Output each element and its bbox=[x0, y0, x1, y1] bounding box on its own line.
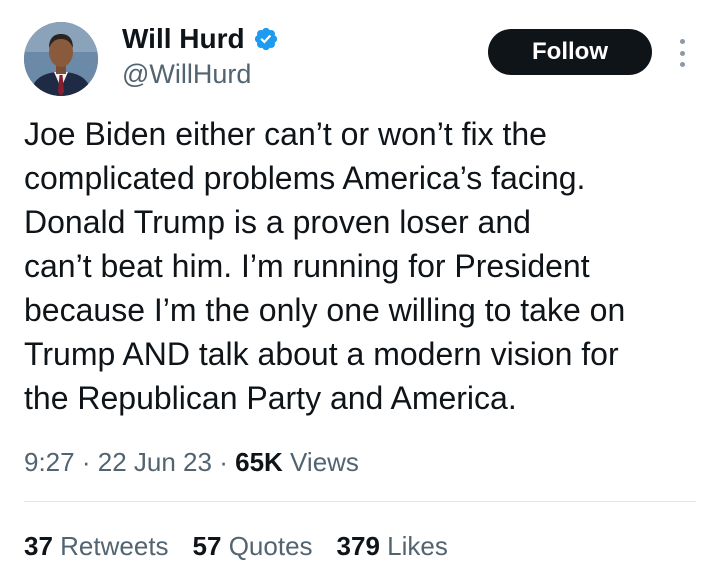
tweet-text: Joe Biden either can’t or won’t fix the … bbox=[24, 112, 714, 420]
more-dot bbox=[679, 39, 685, 44]
retweets-label: Retweets bbox=[60, 531, 169, 561]
more-vertical-icon[interactable] bbox=[672, 36, 692, 70]
engagement-stats: 37 Retweets 57 Quotes 379 Likes bbox=[24, 528, 448, 564]
avatar[interactable] bbox=[24, 22, 98, 96]
tweet-text-line: complicated problems America’s facing. bbox=[24, 160, 586, 196]
author-display-name[interactable]: Will Hurd bbox=[122, 22, 245, 56]
tweet-meta: 9:27 · 22 Jun 23 · 65K Views bbox=[24, 444, 359, 480]
likes-label: Likes bbox=[387, 531, 448, 561]
quotes-label: Quotes bbox=[228, 531, 313, 561]
avatar-image bbox=[24, 22, 98, 96]
meta-separator: · bbox=[81, 447, 91, 477]
follow-button[interactable]: Follow bbox=[488, 29, 652, 75]
tweet-text-line: the Republican Party and America. bbox=[24, 380, 517, 416]
likes-stat[interactable]: 379 Likes bbox=[337, 528, 448, 564]
verified-badge-icon bbox=[253, 26, 279, 52]
retweets-count: 37 bbox=[24, 531, 53, 561]
meta-separator: · bbox=[219, 447, 228, 477]
quotes-stat[interactable]: 57 Quotes bbox=[193, 528, 313, 564]
tweet-text-line: because I’m the only one willing to take… bbox=[24, 292, 626, 328]
tweet-text-line: Joe Biden either can’t or won’t fix the bbox=[24, 116, 547, 152]
tweet-time[interactable]: 9:27 bbox=[24, 447, 75, 477]
author-handle[interactable]: @WillHurd bbox=[122, 58, 251, 90]
more-dot bbox=[679, 50, 685, 56]
views-label: Views bbox=[290, 447, 359, 477]
more-dot bbox=[679, 62, 685, 67]
retweets-stat[interactable]: 37 Retweets bbox=[24, 528, 169, 564]
likes-count: 379 bbox=[336, 531, 380, 561]
views-count: 65K bbox=[235, 447, 283, 477]
author-name-row: Will Hurd bbox=[122, 22, 279, 56]
tweet-text-line: Trump AND talk about a modern vision for bbox=[24, 336, 619, 372]
tweet-text-line: Donald Trump is a proven loser and bbox=[24, 204, 531, 240]
tweet-text-line: can’t beat him. I’m running for Presiden… bbox=[24, 248, 590, 284]
divider bbox=[24, 501, 696, 502]
tweet-card: Will Hurd @WillHurd Follow Joe Biden eit… bbox=[0, 0, 720, 580]
tweet-date[interactable]: 22 Jun 23 bbox=[98, 447, 212, 477]
quotes-count: 57 bbox=[192, 531, 222, 561]
